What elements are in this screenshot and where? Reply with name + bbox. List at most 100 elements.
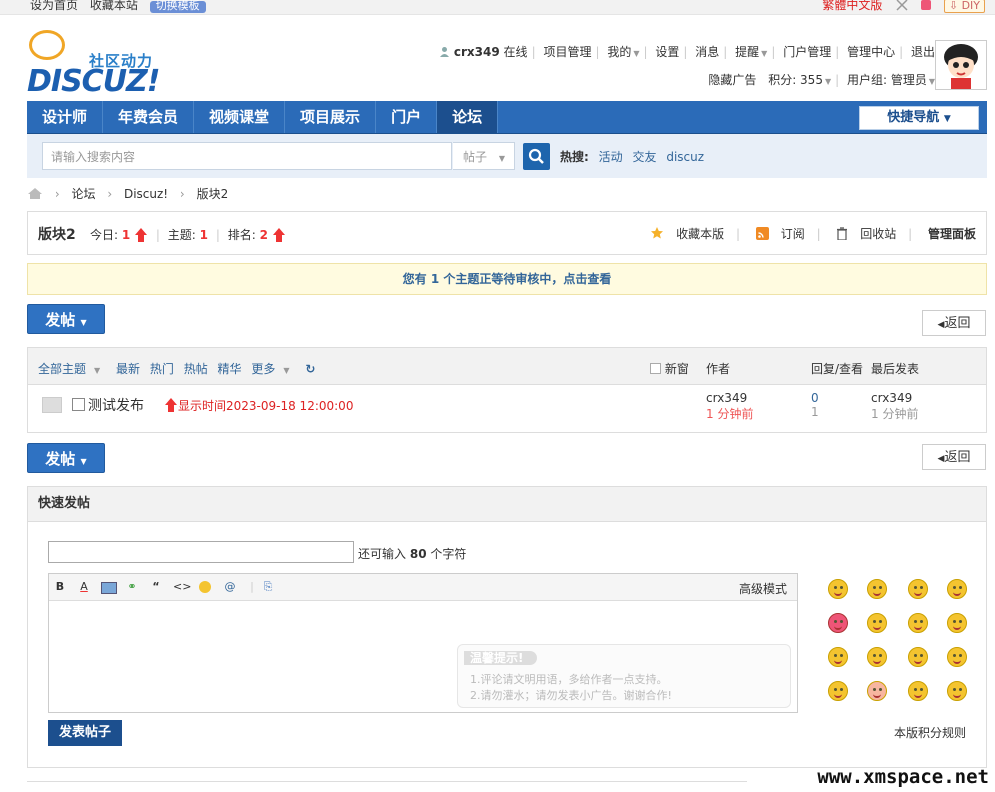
logout-link[interactable]: 退出 <box>911 45 935 59</box>
new-post-button[interactable]: 发帖 ▼ <box>27 304 105 334</box>
nav-video-class[interactable]: 视频课堂 <box>194 101 286 133</box>
smiley-icon[interactable] <box>947 579 967 599</box>
breadcrumb-board[interactable]: 版块2 <box>197 187 229 201</box>
watermark: www.xmspace.net <box>817 766 989 788</box>
filter-more[interactable]: 更多 ▼ <box>251 362 295 376</box>
smiley-icon[interactable] <box>867 579 887 599</box>
code-icon[interactable]: <> <box>173 580 191 594</box>
refresh-icon[interactable]: ↻ <box>305 362 315 376</box>
notice-post: 个主题正等待审核中，点击查看 <box>443 272 612 286</box>
smiley-icon[interactable] <box>947 681 967 701</box>
image-icon[interactable] <box>101 582 117 594</box>
admin-center-link[interactable]: 管理中心 <box>847 45 895 59</box>
back-button-bottom[interactable]: ◀返回 <box>922 444 986 470</box>
thread-subject[interactable]: 测试发布 <box>88 395 144 415</box>
filter-hot[interactable]: 热帖 <box>184 362 208 376</box>
breadcrumb-discuz[interactable]: Discuz! <box>124 187 168 201</box>
smiley-icon[interactable] <box>908 579 928 599</box>
moderation-notice[interactable]: 您有 1 个主题正等待审核中，点击查看 <box>27 263 987 295</box>
avatar[interactable] <box>935 40 987 90</box>
filter-latest[interactable]: 最新 <box>116 362 140 376</box>
smiley-icon[interactable] <box>828 681 848 701</box>
caret-down-icon: ▼ <box>80 457 87 466</box>
my-menu[interactable]: 我的 <box>607 45 631 59</box>
smiley-icon[interactable] <box>908 647 928 667</box>
project-manage-link[interactable]: 项目管理 <box>543 45 591 59</box>
user-group-menu[interactable]: 用户组: 管理员 <box>847 73 927 87</box>
rank-value: 2 <box>259 228 268 242</box>
smiley-icon[interactable] <box>867 613 887 633</box>
font-color-icon[interactable]: A <box>77 580 91 594</box>
nav-portal[interactable]: 门户 <box>376 101 438 133</box>
app-icon[interactable] <box>920 0 932 11</box>
nav-project-showcase[interactable]: 项目展示 <box>285 101 377 133</box>
username-link[interactable]: crx349 <box>454 45 500 59</box>
attachment-icon[interactable]: ⎘ <box>261 580 275 594</box>
manage-panel-link[interactable]: 管理面板 <box>928 227 976 241</box>
breadcrumb-forum[interactable]: 论坛 <box>71 187 95 201</box>
toolbar-divider: | <box>250 580 254 593</box>
portal-manage-link[interactable]: 门户管理 <box>783 45 831 59</box>
quick-nav-button[interactable]: 快捷导航 ▼ <box>859 106 979 130</box>
post-title-input[interactable] <box>48 541 354 563</box>
at-icon[interactable]: @ <box>223 580 237 594</box>
home-icon[interactable] <box>27 187 43 200</box>
expand-icon[interactable] <box>896 0 908 11</box>
nav-designer[interactable]: 设计师 <box>27 101 104 133</box>
filter-popular[interactable]: 热门 <box>150 362 174 376</box>
smiley-icon[interactable] <box>828 579 848 599</box>
set-home-link[interactable]: 设为首页 <box>30 0 78 12</box>
hide-ads-link[interactable]: 隐藏广告 <box>708 73 756 87</box>
search-type-select[interactable]: 帖子 ▼ <box>453 142 515 170</box>
back-button[interactable]: ◀返回 <box>922 310 986 336</box>
credits-menu[interactable]: 积分: 355 <box>768 73 823 87</box>
search-input[interactable]: 请输入搜索内容 <box>42 142 452 170</box>
new-window-toggle[interactable]: 新窗 <box>650 360 689 377</box>
last-user-link[interactable]: crx349 <box>871 391 918 405</box>
up-arrow-icon <box>164 398 178 412</box>
site-logo[interactable]: 社区动力 DISCUZ! <box>27 28 167 99</box>
diy-button[interactable]: ⇩ DIY <box>943 0 985 13</box>
smiley-icon[interactable] <box>828 613 848 633</box>
search-button[interactable] <box>523 143 550 170</box>
filter-all[interactable]: 全部主题 ▼ <box>38 362 106 376</box>
filter-digest[interactable]: 精华 <box>218 362 242 376</box>
nav-annual-member[interactable]: 年费会员 <box>103 101 195 133</box>
traditional-chinese-link[interactable]: 繁體中文版 <box>822 0 882 12</box>
author-link[interactable]: crx349 <box>706 391 753 405</box>
smiley-icon[interactable] <box>867 681 887 701</box>
smiley-icon[interactable] <box>947 613 967 633</box>
tips-line-2: 2.请勿灌水；请勿发表小广告。谢谢合作! <box>470 689 672 702</box>
smiley-icon[interactable] <box>947 647 967 667</box>
settings-link[interactable]: 设置 <box>655 45 679 59</box>
favorite-board-button[interactable]: 收藏本版 <box>650 227 724 241</box>
hot-search-item[interactable]: 交友 <box>632 150 656 164</box>
recycle-bin-button[interactable]: 回收站 <box>836 227 896 241</box>
bookmark-link[interactable]: 收藏本站 <box>90 0 138 12</box>
download-arrow-icon: ⇩ <box>948 0 959 12</box>
smiley-icon[interactable] <box>908 681 928 701</box>
new-post-button-bottom[interactable]: 发帖 ▼ <box>27 443 105 473</box>
bold-icon[interactable]: B <box>53 580 67 594</box>
subscribe-button[interactable]: 订阅 <box>755 227 805 241</box>
quote-icon[interactable]: “ <box>149 580 163 594</box>
switch-template-button[interactable]: 切换模板 <box>149 0 206 13</box>
smiley-icon[interactable] <box>867 647 887 667</box>
board-credit-rules-link[interactable]: 本版积分规则 <box>894 724 966 741</box>
thread-checkbox[interactable] <box>72 398 85 411</box>
new-post-label: 发帖 <box>45 311 76 329</box>
table-row: 测试发布 显示时间2023-09-18 12:00:00 crx349 1 分钟… <box>28 385 986 431</box>
last-time[interactable]: 1 分钟前 <box>871 405 918 422</box>
advanced-mode-link[interactable]: 高级模式 <box>739 580 787 597</box>
nav-forum[interactable]: 论坛 <box>437 101 499 133</box>
messages-link[interactable]: 消息 <box>695 45 719 59</box>
smiley-icon[interactable] <box>908 613 928 633</box>
link-icon[interactable]: ⚭ <box>125 580 139 594</box>
reply-count[interactable]: 0 <box>811 391 819 405</box>
submit-post-button[interactable]: 发表帖子 <box>48 720 122 746</box>
reminders-menu[interactable]: 提醒 <box>735 45 759 59</box>
smiley-icon[interactable] <box>199 581 211 593</box>
smiley-icon[interactable] <box>828 647 848 667</box>
hot-search-item[interactable]: discuz <box>666 150 704 164</box>
hot-search-item[interactable]: 活动 <box>599 150 623 164</box>
